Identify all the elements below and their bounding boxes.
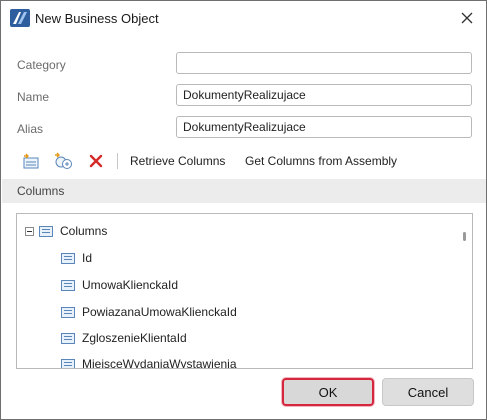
close-icon [461,12,473,24]
tree-item[interactable]: ZgloszenieKlientaId [61,328,187,348]
get-columns-from-assembly-button[interactable]: Get Columns from Assembly [245,154,397,168]
tree-item[interactable]: PowiazanaUmowaKlienckaId [61,302,237,322]
columns-section-header: Columns [2,179,486,203]
tree-item-label: MiejsceWydaniaWystawienia [82,357,237,369]
add-column-icon [23,153,39,169]
columns-folder-icon [39,225,53,237]
tree-item-label: Id [82,251,93,265]
delete-icon [89,154,103,168]
app-logo-icon [10,9,30,27]
columns-section-title: Columns [17,184,65,198]
scrollbar-thumb[interactable] [463,232,466,241]
collapse-toggle-icon[interactable] [25,226,34,236]
add-calculated-column-icon [55,152,72,169]
columns-tree[interactable]: Columns Id UmowaKlienckaId PowiazanaUmow… [16,213,473,369]
cancel-button[interactable]: Cancel [382,378,474,406]
retrieve-columns-button[interactable]: Retrieve Columns [130,154,225,168]
close-button[interactable] [456,7,478,29]
ok-button[interactable]: OK [282,378,374,406]
name-input[interactable] [176,84,472,106]
column-icon [61,332,75,344]
category-input[interactable] [176,52,472,74]
alias-label: Alias [17,122,44,136]
tree-item[interactable]: UmowaKlienckaId [61,275,178,295]
add-column-button[interactable] [21,150,43,172]
column-icon [61,252,75,264]
column-icon [61,279,75,291]
tree-item-label: UmowaKlienckaId [82,278,179,292]
delete-column-button[interactable] [85,150,107,172]
tree-item-label: PowiazanaUmowaKlienckaId [82,305,237,319]
alias-input[interactable] [176,116,472,138]
new-business-object-dialog: New Business Object Category Name Alias [0,0,487,420]
title-bar: New Business Object [1,1,486,37]
category-label: Category [17,58,66,72]
name-label: Name [17,90,50,104]
dialog-title: New Business Object [35,11,159,26]
column-icon [61,306,75,318]
tree-item[interactable]: MiejsceWydaniaWystawienia [61,354,237,369]
toolbar-separator [117,153,118,169]
tree-root-row[interactable]: Columns [25,221,107,241]
tree-item[interactable]: Id [61,248,92,268]
add-calculated-column-button[interactable] [53,150,75,172]
tree-item-label: ZgloszenieKlientaId [82,331,187,345]
tree-root-label: Columns [60,224,108,238]
column-icon [61,358,75,368]
